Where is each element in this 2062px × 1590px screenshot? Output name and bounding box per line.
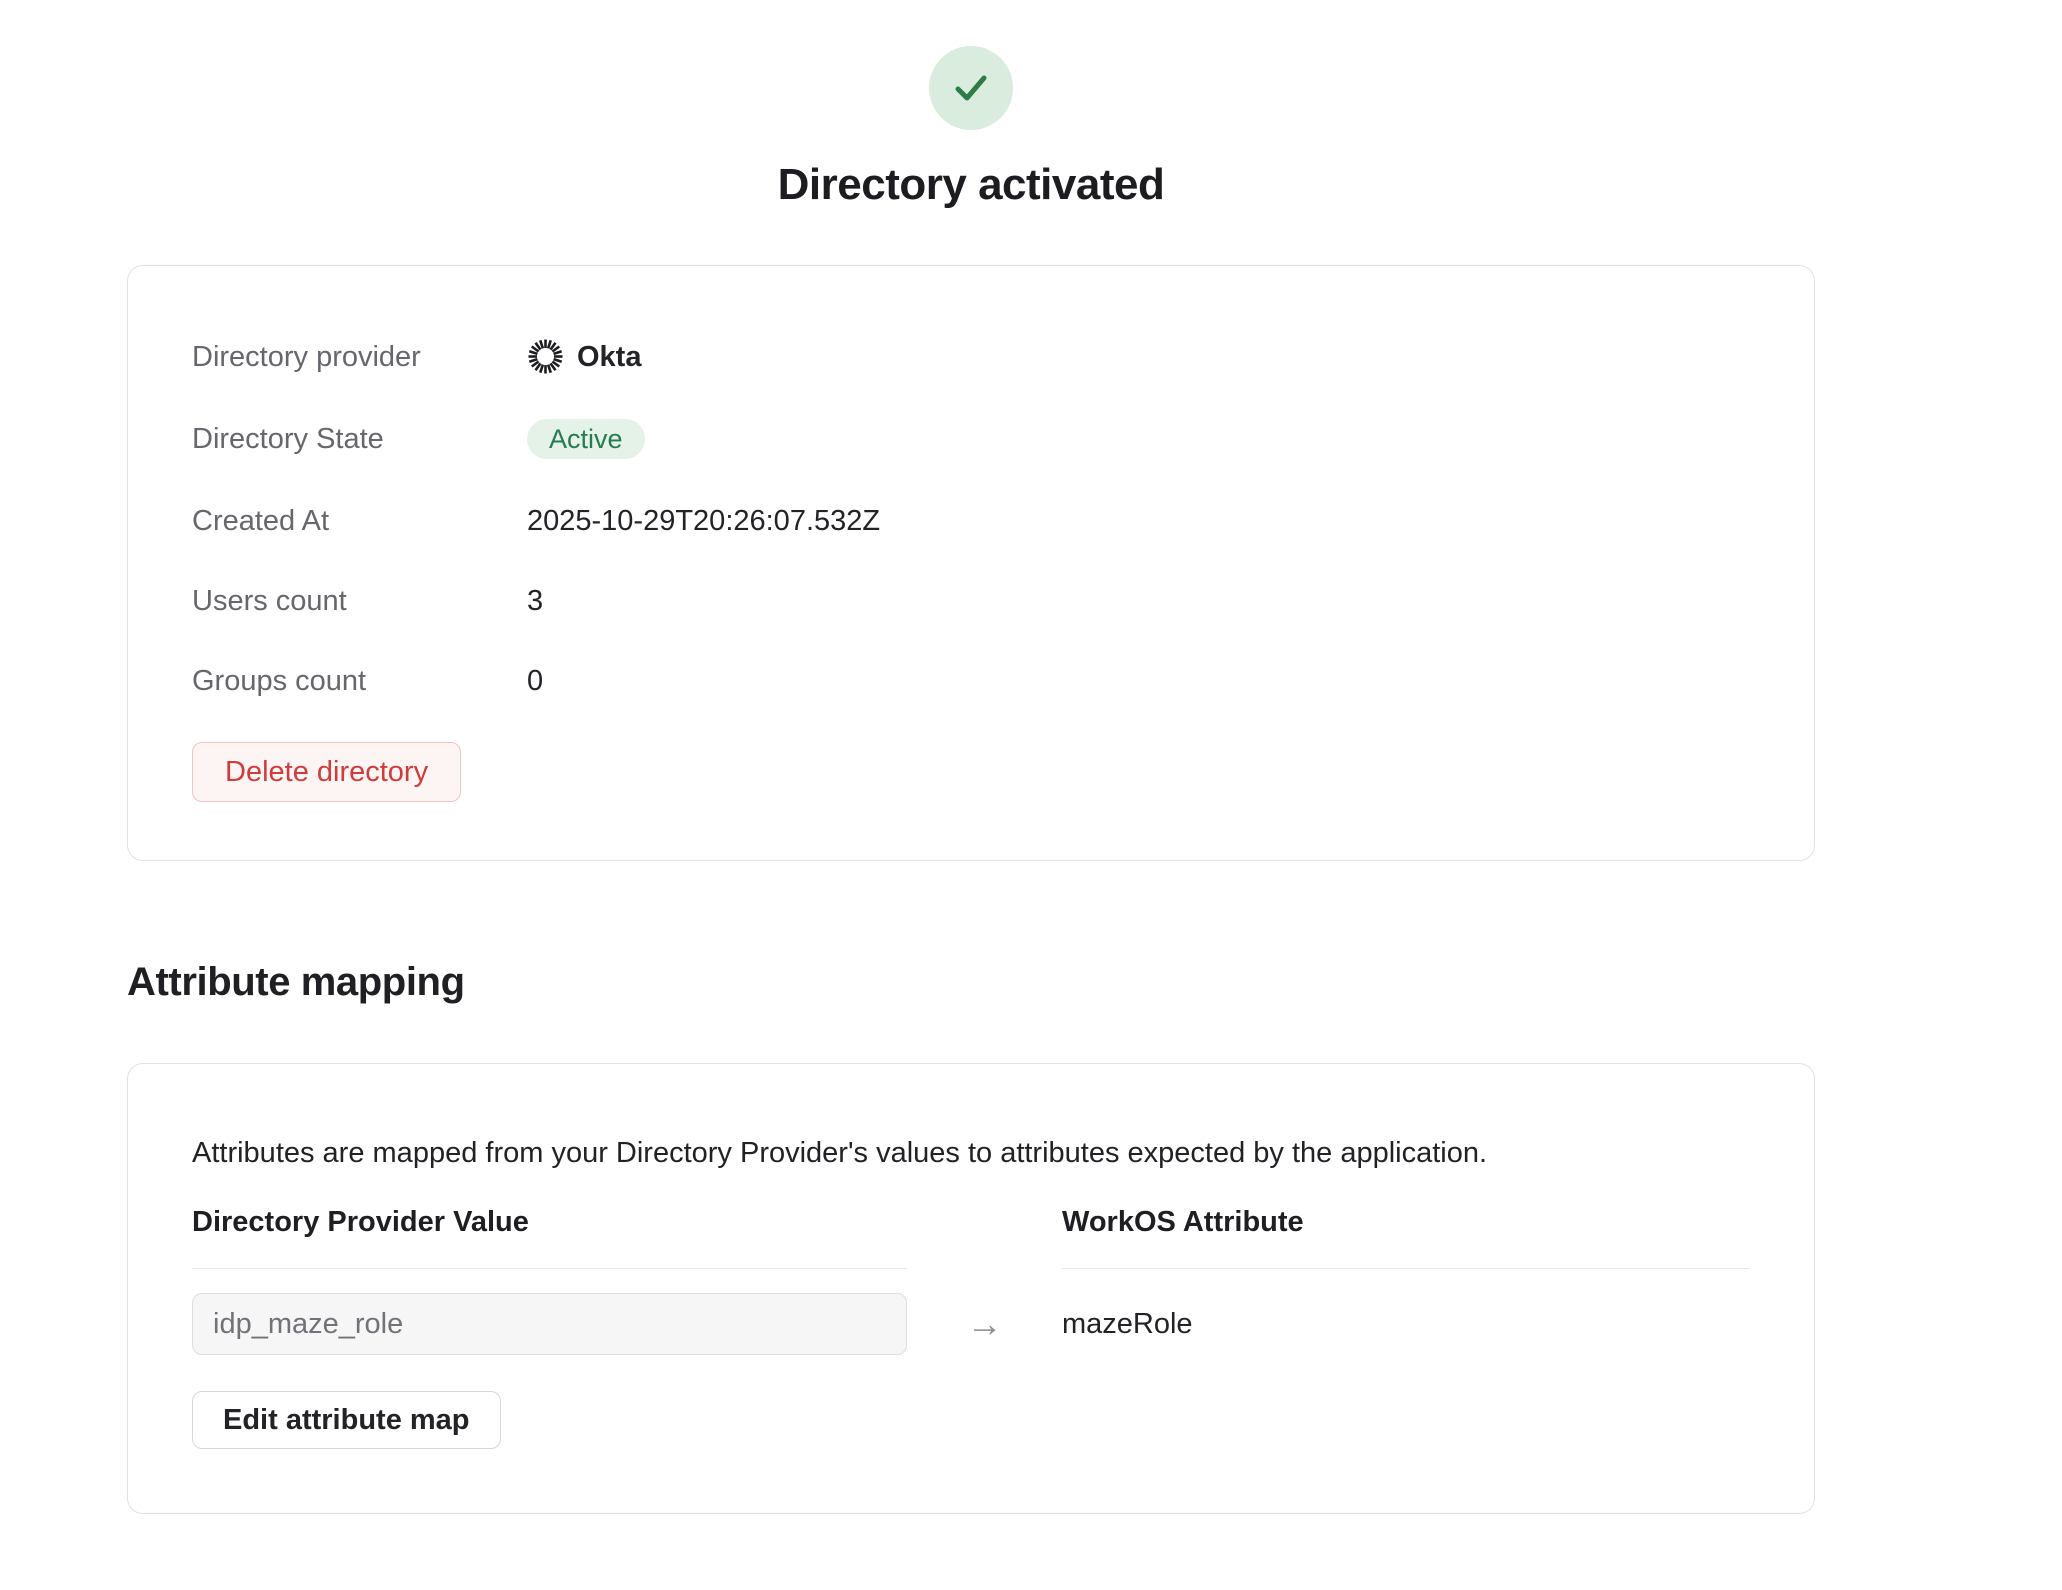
workos-attribute-column-header: WorkOS Attribute <box>1062 1204 1750 1269</box>
arrow-right-icon: → <box>967 1303 1003 1345</box>
workos-attribute-cell: mazeRole <box>1062 1293 1750 1355</box>
attribute-mapping-card: Attributes are mapped from your Director… <box>127 1063 1815 1514</box>
workos-attribute-value: mazeRole <box>1062 1308 1193 1341</box>
attribute-mapping-table: Directory Provider Value WorkOS Attribut… <box>192 1204 1750 1355</box>
groups-count-value: 0 <box>527 663 543 699</box>
main-content: Directory activated Directory provider <box>127 0 1815 1514</box>
groups-count-label: Groups count <box>192 663 527 699</box>
directory-provider-row: Directory provider <box>192 338 1750 375</box>
provider-name-text: Okta <box>577 339 641 375</box>
groups-count-row: Groups count 0 <box>192 663 1750 699</box>
directory-state-label: Directory State <box>192 421 527 457</box>
provider-value-input[interactable] <box>192 1293 907 1355</box>
directory-state-value: Active <box>527 419 645 459</box>
users-count-value: 3 <box>527 583 543 619</box>
provider-value-cell <box>192 1293 907 1355</box>
provider-value-column-header: Directory Provider Value <box>192 1204 907 1269</box>
directory-provider-value: Okta <box>527 338 641 375</box>
created-at-row: Created At 2025-10-29T20:26:07.532Z <box>192 503 1750 539</box>
users-count-label: Users count <box>192 583 527 619</box>
delete-directory-button[interactable]: Delete directory <box>192 742 461 802</box>
edit-attribute-map-button[interactable]: Edit attribute map <box>192 1391 501 1449</box>
check-icon <box>948 65 994 111</box>
mapping-arrow-cell: → <box>907 1293 1062 1355</box>
attribute-mapping-heading: Attribute mapping <box>127 958 1815 1006</box>
attribute-mapping-description: Attributes are mapped from your Director… <box>192 1134 1750 1172</box>
users-count-row: Users count 3 <box>192 583 1750 619</box>
created-at-value: 2025-10-29T20:26:07.532Z <box>527 503 880 539</box>
directory-details-card: Directory provider <box>127 265 1815 861</box>
success-check-circle <box>929 46 1013 130</box>
directory-state-row: Directory State Active <box>192 419 1750 459</box>
column-spacer <box>907 1204 1062 1269</box>
created-at-label: Created At <box>192 503 527 539</box>
okta-logo-icon <box>527 338 564 375</box>
status-badge: Active <box>527 419 645 459</box>
page-title: Directory activated <box>127 160 1815 210</box>
directory-provider-label: Directory provider <box>192 339 527 375</box>
